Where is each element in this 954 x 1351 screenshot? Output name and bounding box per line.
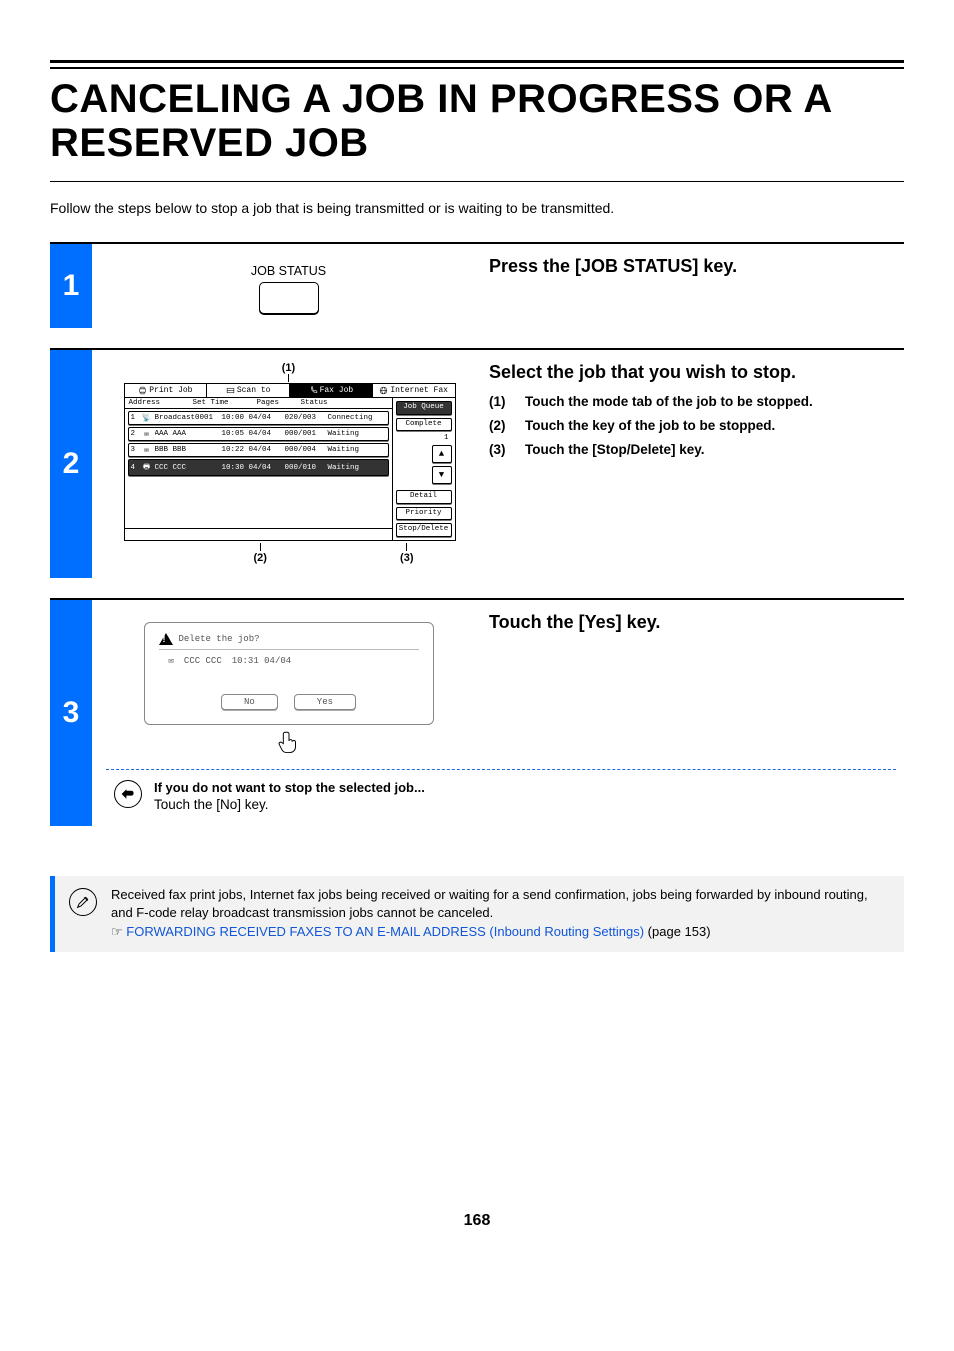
step-3-note-title: If you do not want to stop the selected … <box>154 780 425 795</box>
tab-print-label: Print Job <box>149 386 192 395</box>
tab-fax-job[interactable]: Fax Job <box>290 384 373 397</box>
step-3-note-body: Touch the [No] key. <box>154 797 425 812</box>
yes-button[interactable]: Yes <box>294 694 356 710</box>
job-status-key-label: JOB STATUS <box>251 264 326 278</box>
step-1: 1 JOB STATUS Press the [JOB STATUS] key. <box>50 242 904 328</box>
priority-button[interactable]: Priority <box>396 507 452 521</box>
dashed-separator <box>106 769 896 770</box>
dialog-job-addr: CCC CCC <box>184 656 222 666</box>
step-2-heading: Select the job that you wish to stop. <box>489 362 896 383</box>
step-2-substeps: (1)Touch the mode tab of the job to be s… <box>489 393 896 460</box>
scanner-icon <box>226 386 235 395</box>
title-rule-bottom <box>50 181 904 182</box>
step-3-heading: Touch the [Yes] key. <box>489 612 896 633</box>
step-1-number: 1 <box>50 244 92 328</box>
job-type-icon: 🖶 <box>142 461 152 474</box>
pointer-icon: ☞ <box>111 924 123 939</box>
complete-button[interactable]: Complete <box>396 418 452 432</box>
mail-icon: ✉ <box>169 656 174 666</box>
printer-icon <box>138 386 147 395</box>
title-rule-top <box>50 60 904 69</box>
intro-text: Follow the steps below to stop a job tha… <box>50 200 904 216</box>
delete-dialog: ! Delete the job? ✉ CCC CCC 10:31 04/04 … <box>144 622 434 725</box>
note-icon <box>69 888 97 916</box>
step-2-substep: (2)Touch the key of the job to be stoppe… <box>489 417 896 435</box>
job-row[interactable]: 2✉AAA AAA10:05 04/04000/001Waiting <box>128 427 389 441</box>
step-2: 2 (1) Print Job <box>50 348 904 578</box>
tab-scan-to[interactable]: Scan to <box>207 384 290 397</box>
scroll-down-button[interactable]: ▼ <box>432 466 452 484</box>
info-box: Received fax print jobs, Internet fax jo… <box>50 876 904 953</box>
globe-icon <box>379 386 388 395</box>
step-1-heading: Press the [JOB STATUS] key. <box>489 256 896 277</box>
step-2-substep: (3)Touch the [Stop/Delete] key. <box>489 441 896 459</box>
step-3: 3 ! Delete the job? ✉ CCC CCC 10:31 04/0… <box>50 598 904 826</box>
pointing-hand-icon <box>276 729 302 755</box>
tab-scan-label: Scan to <box>237 386 271 395</box>
return-icon <box>114 780 142 808</box>
tab-fax-label: Fax Job <box>320 386 354 395</box>
tab-internet-fax[interactable]: Internet Fax <box>373 384 455 397</box>
stop-delete-button[interactable]: Stop/Delete <box>396 523 452 537</box>
callout-2: (2) <box>254 543 267 564</box>
inbound-routing-link[interactable]: FORWARDING RECEIVED FAXES TO AN E-MAIL A… <box>126 924 644 939</box>
job-type-icon: ✉ <box>142 429 152 439</box>
phone-icon <box>309 386 318 395</box>
job-type-icon: ✉ <box>142 445 152 455</box>
job-queue-button[interactable]: Job Queue <box>396 401 452 415</box>
step-3-number: 3 <box>50 600 92 826</box>
page-title: CANCELING A JOB IN PROGRESS OR A RESERVE… <box>50 77 904 165</box>
job-row[interactable]: 3✉BBB BBB10:22 04/04000/004Waiting <box>128 443 389 457</box>
scroll-up-button[interactable]: ▲ <box>432 445 452 463</box>
callout-3: (3) <box>400 543 413 564</box>
step-2-number: 2 <box>50 350 92 578</box>
spool-count: 1 <box>396 434 452 442</box>
dialog-job-time: 10:31 04/04 <box>232 656 291 666</box>
tab-print-job[interactable]: Print Job <box>125 384 208 397</box>
job-row[interactable]: 4🖶CCC CCC10:30 04/04000/010Waiting <box>128 459 389 476</box>
step-2-substep: (1)Touch the mode tab of the job to be s… <box>489 393 896 411</box>
job-type-icon: 📡 <box>142 413 152 423</box>
no-button[interactable]: No <box>221 694 278 710</box>
job-status-key-shape <box>259 282 319 314</box>
info-text: Received fax print jobs, Internet fax jo… <box>111 887 868 921</box>
dialog-question: Delete the job? <box>179 634 260 644</box>
job-column-headers: Address Set Time Pages Status <box>125 398 392 409</box>
job-status-screen: Print Job Scan to Fax Job <box>124 383 456 541</box>
job-row[interactable]: 1📡Broadcast000110:00 04/04020/003Connect… <box>128 411 389 425</box>
detail-button[interactable]: Detail <box>396 490 452 504</box>
tab-ifax-label: Internet Fax <box>390 386 448 395</box>
callout-1: (1) <box>124 362 454 382</box>
job-status-key-visual: JOB STATUS <box>251 264 326 314</box>
page-number: 168 <box>50 1212 904 1230</box>
info-suffix: (page 153) <box>644 924 711 939</box>
warning-icon: ! <box>159 633 173 645</box>
